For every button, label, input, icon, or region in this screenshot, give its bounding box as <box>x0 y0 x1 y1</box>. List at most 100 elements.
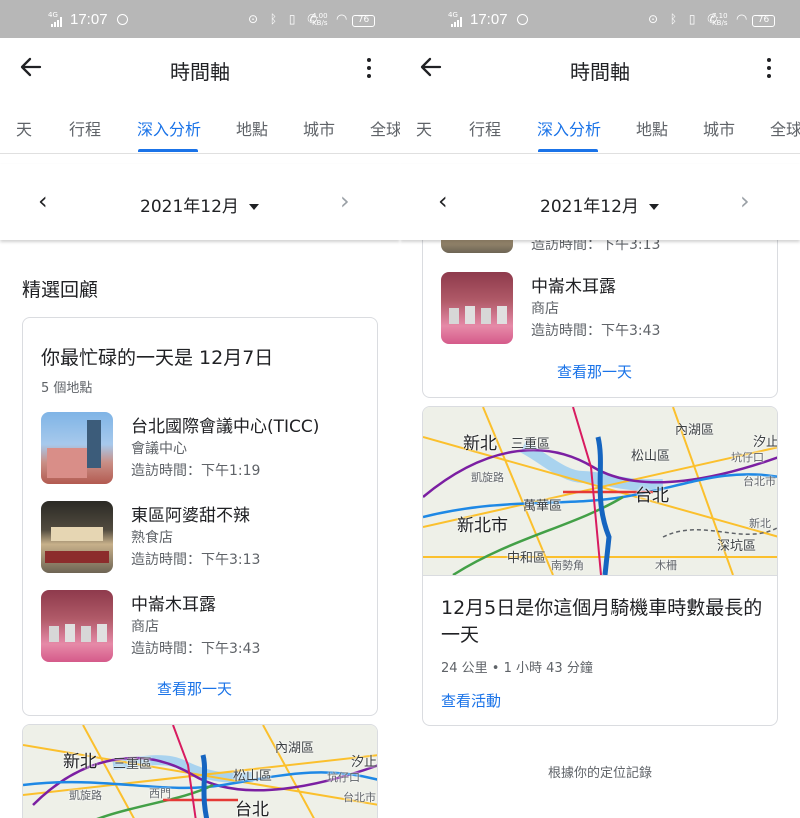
previous-month-icon[interactable]: ‹ <box>438 189 458 214</box>
tab-day[interactable]: 天 <box>16 116 32 140</box>
card-title: 你最忙碌的一天是 12月7日 <box>41 347 274 369</box>
place-name: 中崙木耳露 <box>131 595 216 615</box>
map-label: 新北 <box>749 517 771 530</box>
footer-note: 根據你的定位記錄 <box>547 766 652 781</box>
tab-world[interactable]: 全球 <box>770 116 800 140</box>
map-label: 松山區 <box>631 449 671 464</box>
tab-trips[interactable]: 行程 <box>69 116 101 140</box>
map-label: 內湖區 <box>675 423 715 438</box>
alarm-icon <box>517 14 528 25</box>
tab-places[interactable]: 地點 <box>636 116 668 140</box>
map-label: 新北市 <box>457 516 508 536</box>
view-day-link[interactable]: 查看那一天 <box>557 361 632 382</box>
status-bar: 4G 17:07 ⊙ ᛒ ▯ ✆ 7.10 KB/s ◠ 76 <box>400 0 800 38</box>
map-label: 三重區 <box>511 437 551 452</box>
place-type: 熟食店 <box>131 530 173 546</box>
wifi-icon: ◠ <box>736 12 748 27</box>
card-title: 12月5日是你這個月騎機車時數最長的一天 <box>441 597 763 646</box>
page-title: 時間軸 <box>170 60 230 84</box>
tab-places[interactable]: 地點 <box>236 116 268 140</box>
month-selector-bar: ‹ 2021年12月 › <box>400 164 800 240</box>
place-photo <box>41 412 113 484</box>
map-label: 松山區 <box>233 769 273 784</box>
view-activity-link[interactable]: 查看活動 <box>441 690 501 711</box>
map-label: 台北市 <box>743 475 776 488</box>
next-month-icon[interactable]: › <box>740 189 760 214</box>
map-label: 凱旋路 <box>69 789 102 802</box>
more-options-icon[interactable] <box>358 54 380 82</box>
left-screen: 4G 17:07 ⊙ ᛒ ▯ ✆ 4.00 KB/s ◠ 76 時間軸 天 行程 … <box>0 0 400 818</box>
network-speed: 4.00 KB/s <box>312 12 328 27</box>
right-screen: 4G 17:07 ⊙ ᛒ ▯ ✆ 7.10 KB/s ◠ 76 時間軸 天 行程 … <box>400 0 800 818</box>
place-item[interactable]: 台北國際會議中心(TICC) 會議中心 造訪時間：下午1:19 <box>41 412 361 484</box>
map-label: 中和區 <box>507 551 547 566</box>
map-label: 汐止 <box>351 755 378 770</box>
busiest-day-card: 你最忙碌的一天是 12月7日 5 個地點 台北國際會議中心(TICC) 會議中心… <box>22 317 378 716</box>
wifi-icon: ◠ <box>336 12 348 27</box>
visit-time: 造訪時間：下午1:19 <box>131 463 261 479</box>
map-label: 木柵 <box>655 559 677 572</box>
tab-bar: 天 行程 深入分析 地點 城市 全球 <box>0 98 400 154</box>
map-label: 台北 <box>235 800 269 818</box>
route-map[interactable]: 新北 三重區 內湖區 汐止 松山區 坑仔口 凱旋路 台北 台北市 萬華區 新北市… <box>423 407 778 575</box>
section-title: 精選回顧 <box>22 279 99 301</box>
app-bar: 時間軸 <box>0 38 400 98</box>
tab-insights[interactable]: 深入分析 <box>537 116 601 140</box>
tab-cities[interactable]: 城市 <box>303 116 335 140</box>
battery-icon: 76 <box>352 15 375 27</box>
visit-time: 造訪時間：下午3:43 <box>531 323 661 339</box>
tab-insights[interactable]: 深入分析 <box>137 116 201 140</box>
caret-down-icon <box>648 204 659 210</box>
app-bar: 時間軸 <box>400 38 800 98</box>
tab-world[interactable]: 全球 <box>370 116 400 140</box>
status-time: 17:07 <box>70 11 108 28</box>
active-tab-indicator <box>538 149 598 152</box>
next-month-icon[interactable]: › <box>340 189 360 214</box>
month-label: 2021年12月 <box>540 197 639 217</box>
place-item[interactable]: 東區阿婆甜不辣 熟食店 造訪時間：下午3:13 <box>41 501 361 573</box>
divider <box>0 153 400 154</box>
previous-month-icon[interactable]: ‹ <box>38 189 58 214</box>
month-label: 2021年12月 <box>140 197 239 217</box>
signal-icon <box>51 17 62 27</box>
place-count: 5 個地點 <box>41 381 93 396</box>
more-options-icon[interactable] <box>758 54 780 82</box>
motorcycle-card: 新北 三重區 內湖區 汐止 松山區 坑仔口 凱旋路 台北 台北市 萬華區 新北市… <box>422 406 778 726</box>
place-item[interactable]: 中崙木耳露 商店 造訪時間：下午3:43 <box>441 272 761 344</box>
map-label: 新北 <box>63 752 97 772</box>
map-label: 坑仔口 <box>327 771 360 784</box>
tab-trips[interactable]: 行程 <box>469 116 501 140</box>
map-label: 深坑區 <box>717 539 757 554</box>
map-label: 汐止 <box>753 435 778 450</box>
status-icons: ⊙ ᛒ ▯ ✆ <box>248 12 322 26</box>
view-day-link[interactable]: 查看那一天 <box>157 678 232 699</box>
place-name: 中崙木耳露 <box>531 277 616 297</box>
motorcycle-card-preview[interactable]: 新北 三重區 內湖區 汐止 松山區 坑仔口 西門 凱旋路 台北 台北市 <box>22 724 378 818</box>
map-label: 台北 <box>635 486 669 506</box>
map-label: 三重區 <box>113 757 153 772</box>
map-label: 凱旋路 <box>471 471 504 484</box>
month-dropdown[interactable]: 2021年12月 <box>140 192 259 217</box>
place-type: 商店 <box>131 619 159 635</box>
tab-cities[interactable]: 城市 <box>703 116 735 140</box>
status-bar: 4G 17:07 ⊙ ᛒ ▯ ✆ 4.00 KB/s ◠ 76 <box>0 0 400 38</box>
tab-day[interactable]: 天 <box>416 116 432 140</box>
place-item[interactable]: 中崙木耳露 商店 造訪時間：下午3:43 <box>41 590 361 662</box>
map-label: 西門 <box>149 787 171 800</box>
map-label: 南勢角 <box>551 559 584 572</box>
visit-time: 造訪時間：下午3:43 <box>131 641 261 657</box>
map-label: 內湖區 <box>275 741 315 756</box>
trip-meta: 24 公里 • 1 小時 43 分鐘 <box>441 661 593 676</box>
place-photo <box>441 272 513 344</box>
page-title: 時間軸 <box>570 60 630 84</box>
map-label: 萬華區 <box>523 499 563 514</box>
month-selector-bar: ‹ 2021年12月 › <box>0 164 400 240</box>
signal-icon <box>451 17 462 27</box>
map-label: 坑仔口 <box>731 451 764 464</box>
month-dropdown[interactable]: 2021年12月 <box>540 192 659 217</box>
place-photo <box>41 590 113 662</box>
map-label: 新北 <box>463 434 497 454</box>
active-tab-indicator <box>138 149 198 152</box>
caret-down-icon <box>248 204 259 210</box>
alarm-icon <box>117 14 128 25</box>
